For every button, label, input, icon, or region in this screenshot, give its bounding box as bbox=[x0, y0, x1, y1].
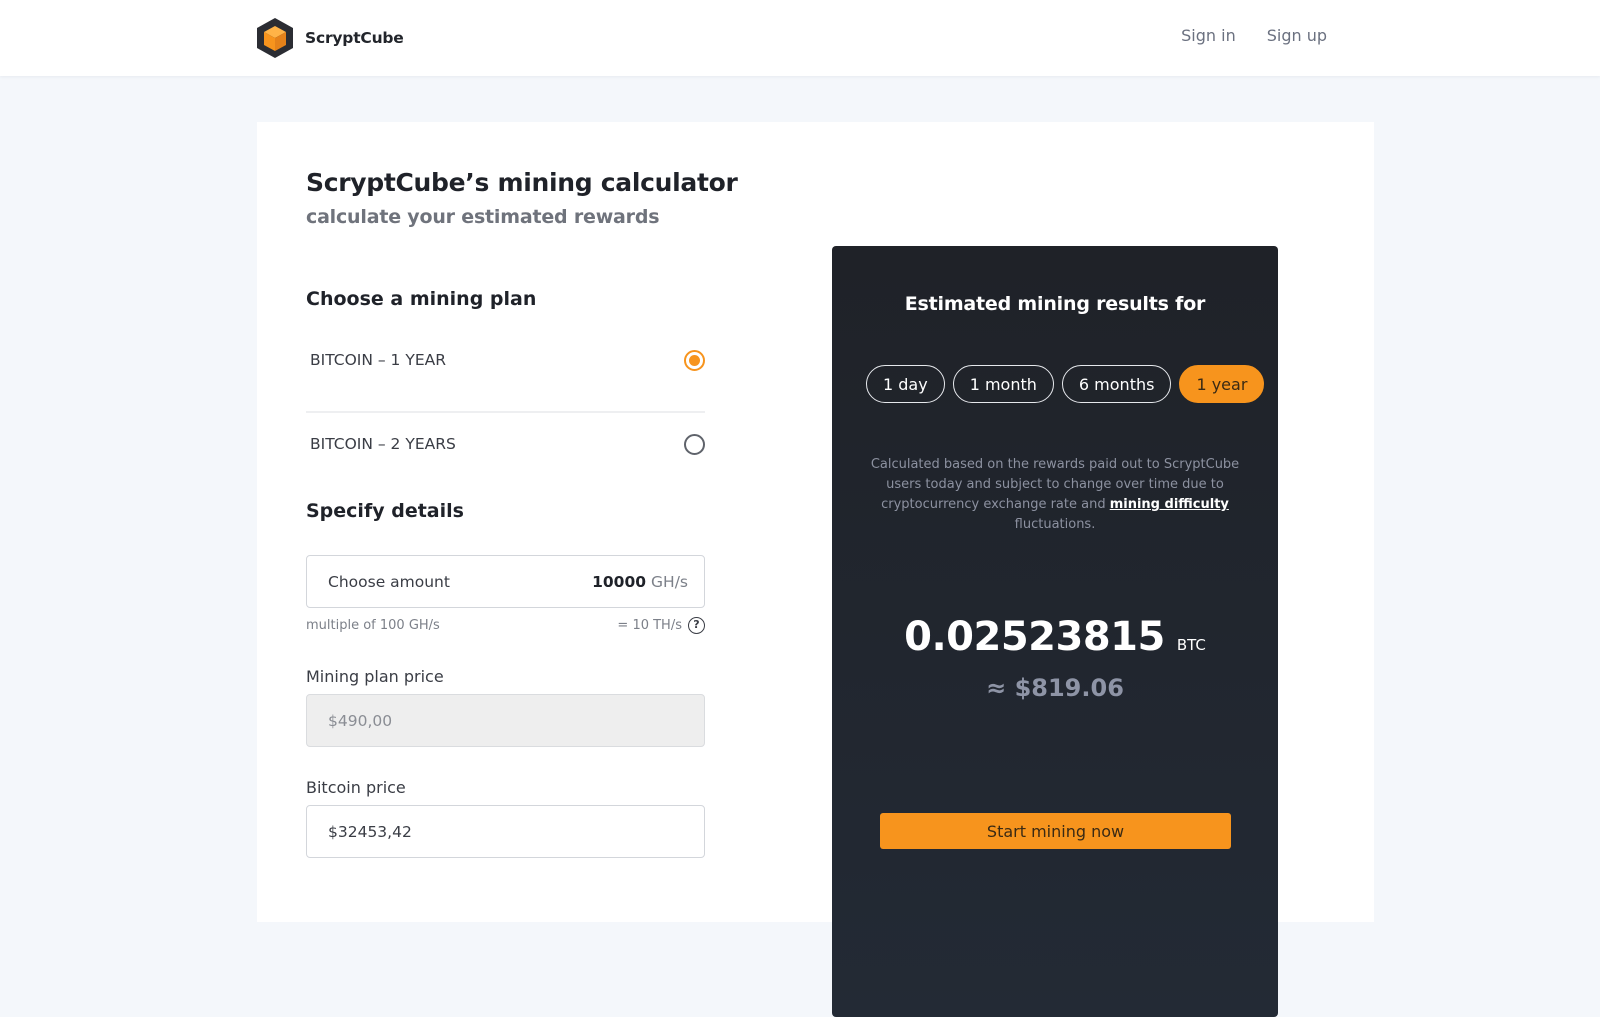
bitcoin-price-label: Bitcoin price bbox=[306, 778, 406, 797]
bitcoin-price-field[interactable] bbox=[306, 805, 705, 858]
amount-value[interactable]: 10000 bbox=[592, 573, 646, 591]
amount-conversion: = 10 TH/s bbox=[617, 618, 682, 633]
plan-label: BITCOIN – 1 YEAR bbox=[310, 351, 446, 369]
period-1-year[interactable]: 1 year bbox=[1179, 365, 1265, 403]
plan-section-title: Choose a mining plan bbox=[306, 288, 537, 310]
btc-value: 0.02523815 bbox=[904, 614, 1165, 660]
auth-nav: Sign in Sign up bbox=[1181, 26, 1327, 45]
period-1-month[interactable]: 1 month bbox=[952, 365, 1054, 403]
btc-unit: BTC bbox=[1176, 636, 1206, 654]
bitcoin-price-input[interactable] bbox=[328, 822, 688, 841]
amount-field[interactable]: Choose amount 10000 GH/s bbox=[306, 555, 705, 608]
plan-price-label: Mining plan price bbox=[306, 667, 444, 686]
disclaimer-text-end: fluctuations. bbox=[1014, 517, 1096, 532]
plan-label: BITCOIN – 2 YEARS bbox=[310, 435, 456, 453]
period-6-months[interactable]: 6 months bbox=[1061, 365, 1172, 403]
sign-up-link[interactable]: Sign up bbox=[1267, 26, 1327, 45]
start-mining-button[interactable]: Start mining now bbox=[880, 813, 1231, 849]
mining-difficulty-link[interactable]: mining difficulty bbox=[1110, 497, 1229, 512]
amount-hint-left: multiple of 100 GH/s bbox=[306, 618, 440, 633]
plan-option-bitcoin-1-year[interactable]: BITCOIN – 1 YEAR bbox=[306, 330, 705, 390]
calculator-card: ScryptCube’s mining calculator calculate… bbox=[257, 122, 1374, 1017]
details-section-title: Specify details bbox=[306, 500, 464, 522]
top-navigation-bar: ScryptCube Sign in Sign up bbox=[0, 0, 1600, 76]
results-disclaimer: Calculated based on the rewards paid out… bbox=[862, 455, 1248, 535]
amount-hint-right: = 10 TH/s ? bbox=[617, 617, 705, 634]
usd-value: ≈ $819.06 bbox=[986, 674, 1124, 702]
amount-label: Choose amount bbox=[328, 572, 450, 591]
radio-unchecked-icon[interactable] bbox=[684, 433, 705, 455]
plan-option-bitcoin-2-years[interactable]: BITCOIN – 2 YEARS bbox=[306, 414, 705, 474]
plan-price-input bbox=[328, 711, 688, 730]
page-title: ScryptCube’s mining calculator bbox=[306, 168, 738, 197]
hexagon-cube-icon bbox=[257, 18, 293, 58]
plan-divider bbox=[306, 411, 705, 413]
amount-hint: multiple of 100 GH/s = 10 TH/s ? bbox=[306, 617, 705, 634]
btc-result: 0.02523815 BTC bbox=[832, 614, 1278, 660]
brand-name: ScryptCube bbox=[305, 29, 404, 47]
help-icon[interactable]: ? bbox=[688, 617, 705, 634]
period-selector: 1 day 1 month 6 months 1 year bbox=[866, 365, 1265, 403]
plan-price-field bbox=[306, 694, 705, 747]
sign-in-link[interactable]: Sign in bbox=[1181, 26, 1236, 45]
radio-checked-icon[interactable] bbox=[684, 349, 705, 371]
results-panel: Estimated mining results for 1 day 1 mon… bbox=[832, 246, 1278, 1017]
results-title: Estimated mining results for bbox=[904, 293, 1206, 315]
page-subtitle: calculate your estimated rewards bbox=[306, 206, 660, 228]
brand-logo-link[interactable]: ScryptCube bbox=[256, 18, 404, 58]
period-1-day[interactable]: 1 day bbox=[866, 365, 945, 403]
amount-unit: GH/s bbox=[651, 572, 688, 591]
